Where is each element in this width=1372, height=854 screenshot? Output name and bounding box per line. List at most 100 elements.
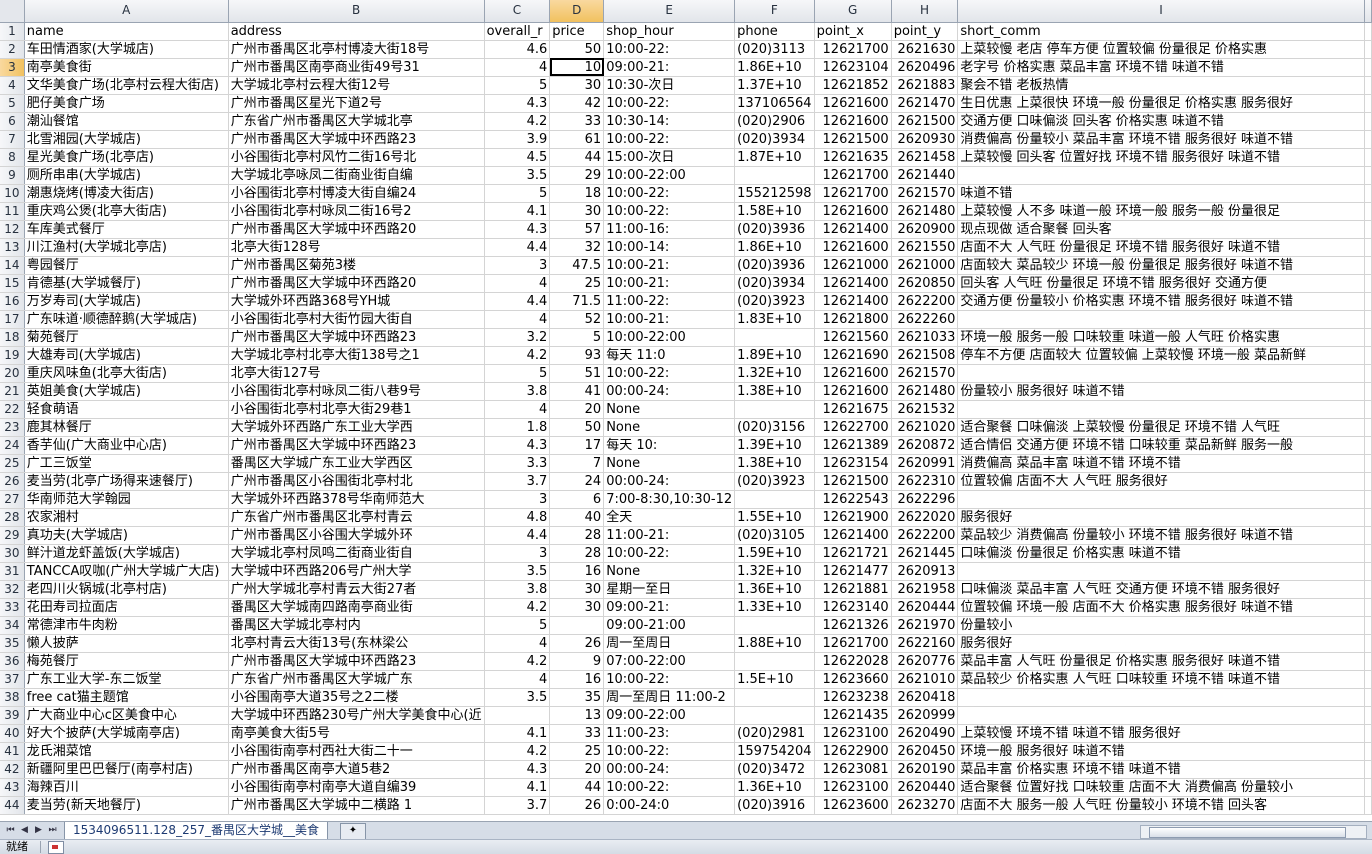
row-header[interactable]: 41 [0,742,25,761]
cell[interactable]: 新疆阿里巴巴餐厅(南亭村店) [24,760,229,779]
row-header[interactable]: 6 [0,112,25,131]
cell[interactable]: 20 [549,400,605,419]
cell[interactable]: 12621389 [814,436,892,455]
cell[interactable]: 北亭村青云大街13号(东林梁公 [228,634,485,653]
row-header[interactable]: 38 [0,688,25,707]
cell[interactable]: 4 [484,670,551,689]
cell[interactable]: 梅苑餐厅 [24,652,229,671]
cell[interactable]: 位置较偏 环境一般 店面不大 价格实惠 服务很好 味道不错 [957,598,1365,617]
cell[interactable]: 12621600 [814,382,892,401]
cell[interactable]: 口味偏淡 菜品丰富 人气旺 交通方便 环境不错 服务很好 [957,580,1365,599]
row-header[interactable]: 12 [0,220,25,239]
cell[interactable]: 1.88E+10 [734,634,815,653]
cell[interactable]: (020)2906 [734,112,815,131]
cell[interactable] [1364,526,1372,545]
cell[interactable] [1364,436,1372,455]
row-header[interactable]: 25 [0,454,25,473]
cell[interactable]: 00:00-24: [603,382,736,401]
cell[interactable]: 12622900 [814,742,892,761]
cell[interactable] [1364,670,1372,689]
cell[interactable]: 广州市番禺区星光下道2号 [228,94,485,113]
cell[interactable]: 12623100 [814,778,892,797]
cell[interactable]: 10:00-14: [603,238,736,257]
cell[interactable]: 番禺区大学城广东工业大学西区 [228,454,485,473]
cell[interactable]: 广工三饭堂 [24,454,229,473]
next-sheet-icon[interactable]: ▶ [32,824,45,837]
cell[interactable]: 20 [549,760,605,779]
cell[interactable]: 3.3 [484,454,551,473]
cell[interactable]: 老四川火锅城(北亭村店) [24,580,229,599]
cell[interactable]: 32 [549,238,605,257]
cell[interactable]: 12621700 [814,634,892,653]
cell[interactable]: 30 [549,76,605,95]
cell[interactable]: None [603,418,736,437]
cell[interactable]: 11:00-23: [603,724,736,743]
row-header[interactable]: 37 [0,670,25,689]
cell[interactable]: 93 [549,346,605,365]
row-header[interactable]: 3 [0,58,25,77]
cell[interactable]: 57 [549,220,605,239]
cell[interactable]: 服务很好 [957,634,1365,653]
cell[interactable]: 上菜较慢 人不多 味道一般 环境一般 服务一般 份量很足 [957,202,1365,221]
cell[interactable]: 33 [549,724,605,743]
cell[interactable]: 潮惠烧烤(博凌大街店) [24,184,229,203]
cell[interactable]: 海辣百川 [24,778,229,797]
cell[interactable]: (020)3936 [734,256,815,275]
cell[interactable] [734,706,815,725]
cell[interactable] [1364,580,1372,599]
cell[interactable]: 2621480 [891,382,959,401]
cell[interactable]: 2622260 [891,310,959,329]
cell[interactable]: 12621900 [814,508,892,527]
cell[interactable]: 09:00-21:00 [603,616,736,635]
cell[interactable]: 44 [549,148,605,167]
cell[interactable]: 广州市番禺区小谷围大学城外环 [228,526,485,545]
cell[interactable]: 0:00-24:0 [603,796,736,815]
cell[interactable]: 广州市番禺区大学城中环西路20 [228,220,485,239]
cell[interactable]: 3 [484,544,551,563]
cell[interactable]: 10:30-次日 [603,76,736,95]
cell[interactable]: 16 [549,562,605,581]
cell[interactable]: 广州大学城北亭村青云大街27者 [228,580,485,599]
cell[interactable]: 1.89E+10 [734,346,815,365]
cell[interactable] [1364,454,1372,473]
cell[interactable]: 南亭美食街 [24,58,229,77]
cell[interactable]: 12622700 [814,418,892,437]
cell[interactable]: 10:30-14: [603,112,736,131]
cell[interactable]: 鹿其林餐厅 [24,418,229,437]
cell[interactable]: 大学城外环西路广东工业大学西 [228,418,485,437]
cell[interactable]: 交通方便 口味偏淡 回头客 价格实惠 味道不错 [957,112,1365,131]
cell[interactable]: 广东省广州市番禺区北亭村青云 [228,508,485,527]
cell[interactable]: 重庆鸡公煲(北亭大街店) [24,202,229,221]
cell[interactable]: 全天 [603,508,736,527]
cell[interactable]: 09:00-21: [603,598,736,617]
cell[interactable] [1364,688,1372,707]
cell[interactable] [1364,292,1372,311]
cell[interactable] [1364,724,1372,743]
cell[interactable]: (020)3934 [734,130,815,149]
cell[interactable]: 老字号 价格实惠 菜品丰富 环境不错 味道不错 [957,58,1365,77]
cell[interactable]: point_x [814,22,892,41]
cell[interactable]: 5 [484,364,551,383]
row-header[interactable]: 11 [0,202,25,221]
cell[interactable] [1364,94,1372,113]
cell[interactable]: 适合聚餐 口味偏淡 上菜较慢 份量很足 环境不错 人气旺 [957,418,1365,437]
cell[interactable]: 广州市番禺区大学城中环西路23 [228,328,485,347]
cell[interactable]: 17 [549,436,605,455]
cell[interactable]: 交通方便 份量较小 价格实惠 环境不错 服务很好 味道不错 [957,292,1365,311]
row-header[interactable]: 31 [0,562,25,581]
cell[interactable]: 2621458 [891,148,959,167]
cell[interactable]: 6 [549,490,605,509]
cell[interactable]: 4.3 [484,436,551,455]
cell[interactable]: 5 [484,184,551,203]
cell[interactable] [1364,256,1372,275]
horizontal-scroll-thumb[interactable] [1149,827,1346,838]
cell[interactable] [1364,652,1372,671]
cell[interactable]: 9 [549,652,605,671]
cell[interactable]: 12621435 [814,706,892,725]
cell[interactable]: 2620440 [891,778,959,797]
cell[interactable]: 每天 10: [603,436,736,455]
cell[interactable] [1364,202,1372,221]
cell[interactable]: 12621881 [814,580,892,599]
cell[interactable]: 小谷围街北亭村风竹二街16号北 [228,148,485,167]
cell[interactable]: 12623140 [814,598,892,617]
